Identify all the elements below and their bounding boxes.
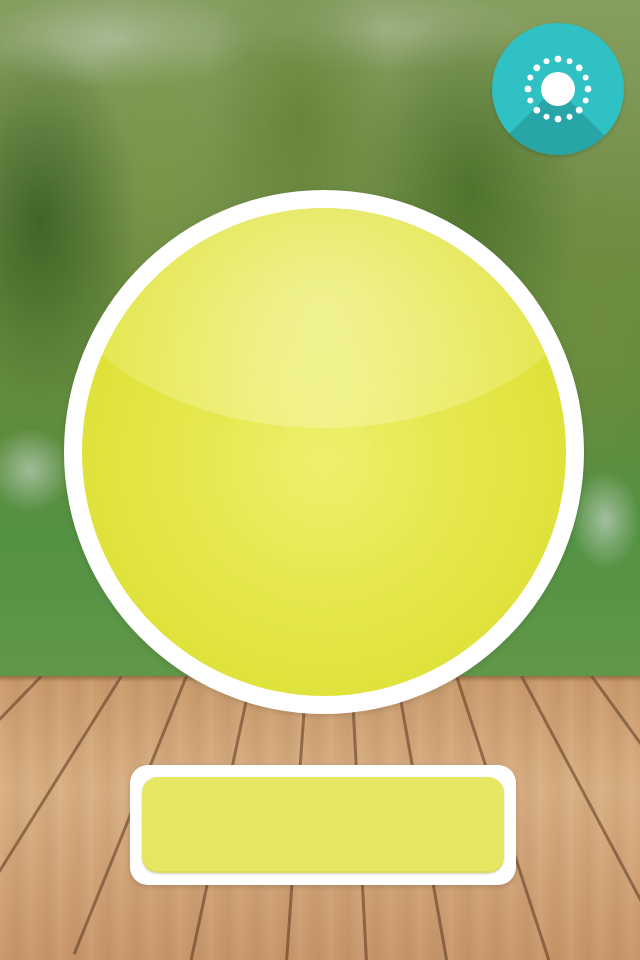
- brightness-button[interactable]: [492, 23, 624, 155]
- sun-icon: [524, 55, 592, 123]
- color-ball[interactable]: [82, 208, 566, 696]
- plank-seam: [0, 676, 123, 932]
- ball-gloss-highlight: [82, 208, 566, 428]
- answer-panel: [130, 765, 516, 885]
- answer-label-box[interactable]: [142, 777, 504, 873]
